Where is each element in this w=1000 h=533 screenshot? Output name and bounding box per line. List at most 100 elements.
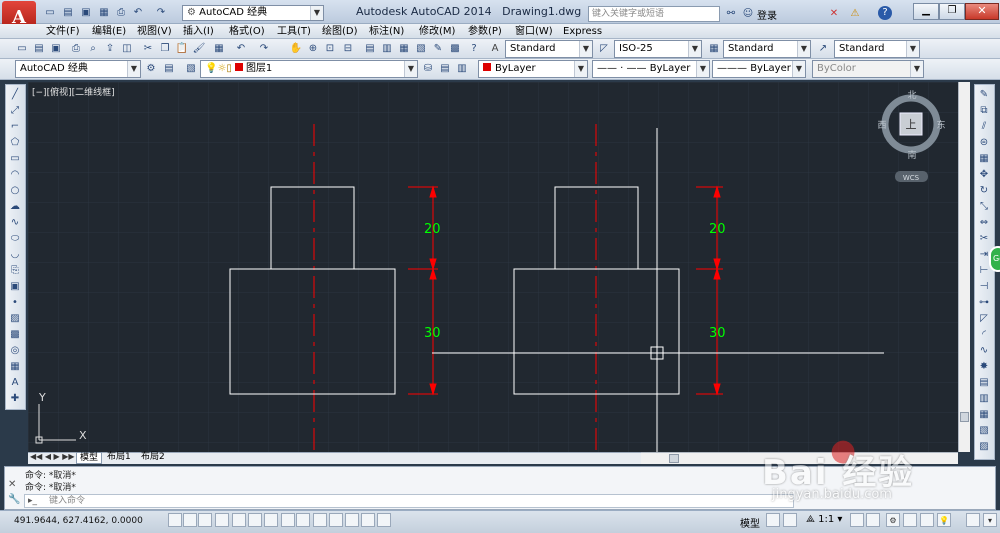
new-icon[interactable]: ▭	[42, 4, 58, 20]
object-snap-tracking-icon[interactable]	[281, 513, 295, 527]
design-center-icon[interactable]: ▥	[379, 40, 395, 56]
dim-style-select[interactable]: ISO-25 ▼	[614, 40, 702, 58]
binoculars-icon[interactable]: ⚯	[723, 5, 739, 21]
close-button[interactable]: ✕	[965, 3, 999, 20]
rotate-icon[interactable]: ↻	[976, 182, 992, 198]
workspace-dropdown[interactable]: AutoCAD 经典 ▼	[15, 60, 141, 78]
polyline-icon[interactable]: ⌐	[7, 118, 23, 134]
zoom-previous-icon[interactable]: ⊟	[340, 40, 356, 56]
menu-item-9[interactable]: 修改(M)	[419, 25, 455, 39]
selection-cycling-icon[interactable]	[377, 513, 391, 527]
viewport-label[interactable]: [−][俯视][二维线框]	[32, 85, 115, 98]
markup-icon[interactable]: ✎	[430, 40, 446, 56]
layer-select[interactable]: 💡☼▯ 图层1 ▼	[200, 60, 418, 78]
exchange-icon[interactable]: ✕	[826, 5, 842, 21]
match-prop-icon[interactable]: 🖌	[191, 40, 207, 56]
fillet-icon[interactable]: ◜	[976, 326, 992, 342]
circle-icon[interactable]: ○	[7, 182, 23, 198]
qopen-icon[interactable]: ▤	[31, 40, 47, 56]
line-icon[interactable]: ╱	[7, 86, 23, 102]
command-close-icon[interactable]: ✕	[8, 479, 16, 490]
drawing-viewport[interactable]: 20 30 20 30 Y X 上 北 南 西 东 WCS [−][俯视][二维…	[28, 82, 958, 452]
tab-layout2[interactable]: 布局2	[138, 452, 168, 464]
menu-item-11[interactable]: 窗口(W)	[515, 25, 553, 39]
workspace-settings-icon[interactable]: ⚙	[143, 60, 159, 76]
infer-constraints-icon[interactable]	[168, 513, 182, 527]
redo-icon[interactable]: ↷	[153, 4, 169, 20]
dim-style-icon[interactable]: ◸	[596, 40, 612, 56]
offset-icon[interactable]: ⊜	[976, 134, 992, 150]
add-selected-icon[interactable]: ✚	[7, 390, 23, 406]
region-icon[interactable]: ◎	[7, 342, 23, 358]
redo-tb-icon[interactable]: ↷	[256, 40, 272, 56]
quickview-drawings-icon[interactable]	[783, 513, 797, 527]
array-icon[interactable]: ▦	[976, 150, 992, 166]
pan-icon[interactable]: ✋	[288, 40, 304, 56]
menu-item-1[interactable]: 文件(F)	[46, 25, 80, 39]
save-icon[interactable]: ▣	[78, 4, 94, 20]
spline-icon[interactable]: ∿	[7, 214, 23, 230]
erase-icon[interactable]: ✎	[976, 86, 992, 102]
ellipse-icon[interactable]: ⬭	[7, 230, 23, 246]
menu-item-3[interactable]: 视图(V)	[137, 25, 172, 39]
clean-screen-icon[interactable]	[966, 513, 980, 527]
vertical-scrollbar[interactable]	[958, 82, 970, 452]
menu-item-12[interactable]: Express	[563, 25, 602, 39]
scale-icon[interactable]: ⤡	[976, 198, 992, 214]
join-icon[interactable]: ⊶	[976, 294, 992, 310]
insert-block-icon[interactable]: ⎘	[7, 262, 23, 278]
undo-icon[interactable]: ↶	[130, 4, 146, 20]
zoom-realtime-icon[interactable]: ⊕	[305, 40, 321, 56]
lock-ui-icon[interactable]	[903, 513, 917, 527]
isolate-icon[interactable]: 💡	[937, 513, 951, 527]
color-select[interactable]: ByLayer ▼	[478, 60, 588, 78]
menu-item-10[interactable]: 参数(P)	[468, 25, 502, 39]
block-editor-icon[interactable]: ▦	[211, 40, 227, 56]
quickview-layouts-icon[interactable]	[766, 513, 780, 527]
menu-item-8[interactable]: 标注(N)	[369, 25, 404, 39]
viewcube-south[interactable]: 南	[907, 149, 916, 161]
cut-icon[interactable]: ✂	[140, 40, 156, 56]
tb-extra-3-icon[interactable]: ▦	[976, 406, 992, 422]
ortho-mode-icon[interactable]	[215, 513, 229, 527]
print-icon[interactable]: ⎙	[113, 4, 129, 20]
workspace-select[interactable]: ⚙ AutoCAD 经典 ▼	[182, 5, 324, 21]
table-icon[interactable]: ▦	[7, 358, 23, 374]
text-style-icon[interactable]: A	[487, 40, 503, 56]
paste-icon[interactable]: 📋	[174, 40, 190, 56]
menu-item-5[interactable]: 格式(O)	[229, 25, 265, 39]
model-button[interactable]: 模型	[740, 515, 760, 530]
qsave-icon[interactable]: ▣	[48, 40, 64, 56]
properties-icon[interactable]: ▤	[362, 40, 378, 56]
autoscale-icon[interactable]	[866, 513, 880, 527]
annotation-visibility-icon[interactable]	[850, 513, 864, 527]
polar-tracking-icon[interactable]	[232, 513, 246, 527]
hatch-icon[interactable]: ▨	[7, 310, 23, 326]
layer-manager-icon[interactable]: ▧	[183, 60, 199, 76]
menu-item-7[interactable]: 绘图(D)	[322, 25, 358, 39]
dynamic-ucs-icon[interactable]	[296, 513, 310, 527]
menu-item-6[interactable]: 工具(T)	[277, 25, 311, 39]
annotation-scale[interactable]: ⟁ 1:1 ▾	[806, 514, 842, 525]
tb-extra-1-icon[interactable]: ▤	[976, 374, 992, 390]
workspace-save-icon[interactable]: ▤	[161, 60, 177, 76]
zoom-window-icon[interactable]: ⊡	[322, 40, 338, 56]
viewcube-west[interactable]: 西	[877, 120, 886, 131]
user-icon[interactable]: ☺	[740, 5, 756, 21]
mtext-icon[interactable]: A	[7, 374, 23, 390]
break-icon[interactable]: ⊣	[976, 278, 992, 294]
tab-nav-arrows[interactable]: ◀◀ ◀ ▶ ▶▶	[30, 452, 75, 461]
quick-properties-icon[interactable]	[361, 513, 375, 527]
revcloud-icon[interactable]: ☁	[7, 198, 23, 214]
mleader-style-icon[interactable]: ↗	[815, 40, 831, 56]
3d-object-snap-icon[interactable]	[264, 513, 278, 527]
plot-icon[interactable]: ⎙	[68, 40, 84, 56]
viewcube-north[interactable]: 北	[907, 90, 916, 101]
plotstyle-select[interactable]: ByColor ▼	[812, 60, 924, 78]
login-link[interactable]: 登录	[757, 7, 777, 22]
update-icon[interactable]: ⚠	[847, 5, 863, 21]
command-input[interactable]: ▸_ 键入命令	[24, 494, 794, 508]
rectangle-icon[interactable]: ▭	[7, 150, 23, 166]
grid-display-icon[interactable]	[198, 513, 212, 527]
explode-icon[interactable]: ✸	[976, 358, 992, 374]
